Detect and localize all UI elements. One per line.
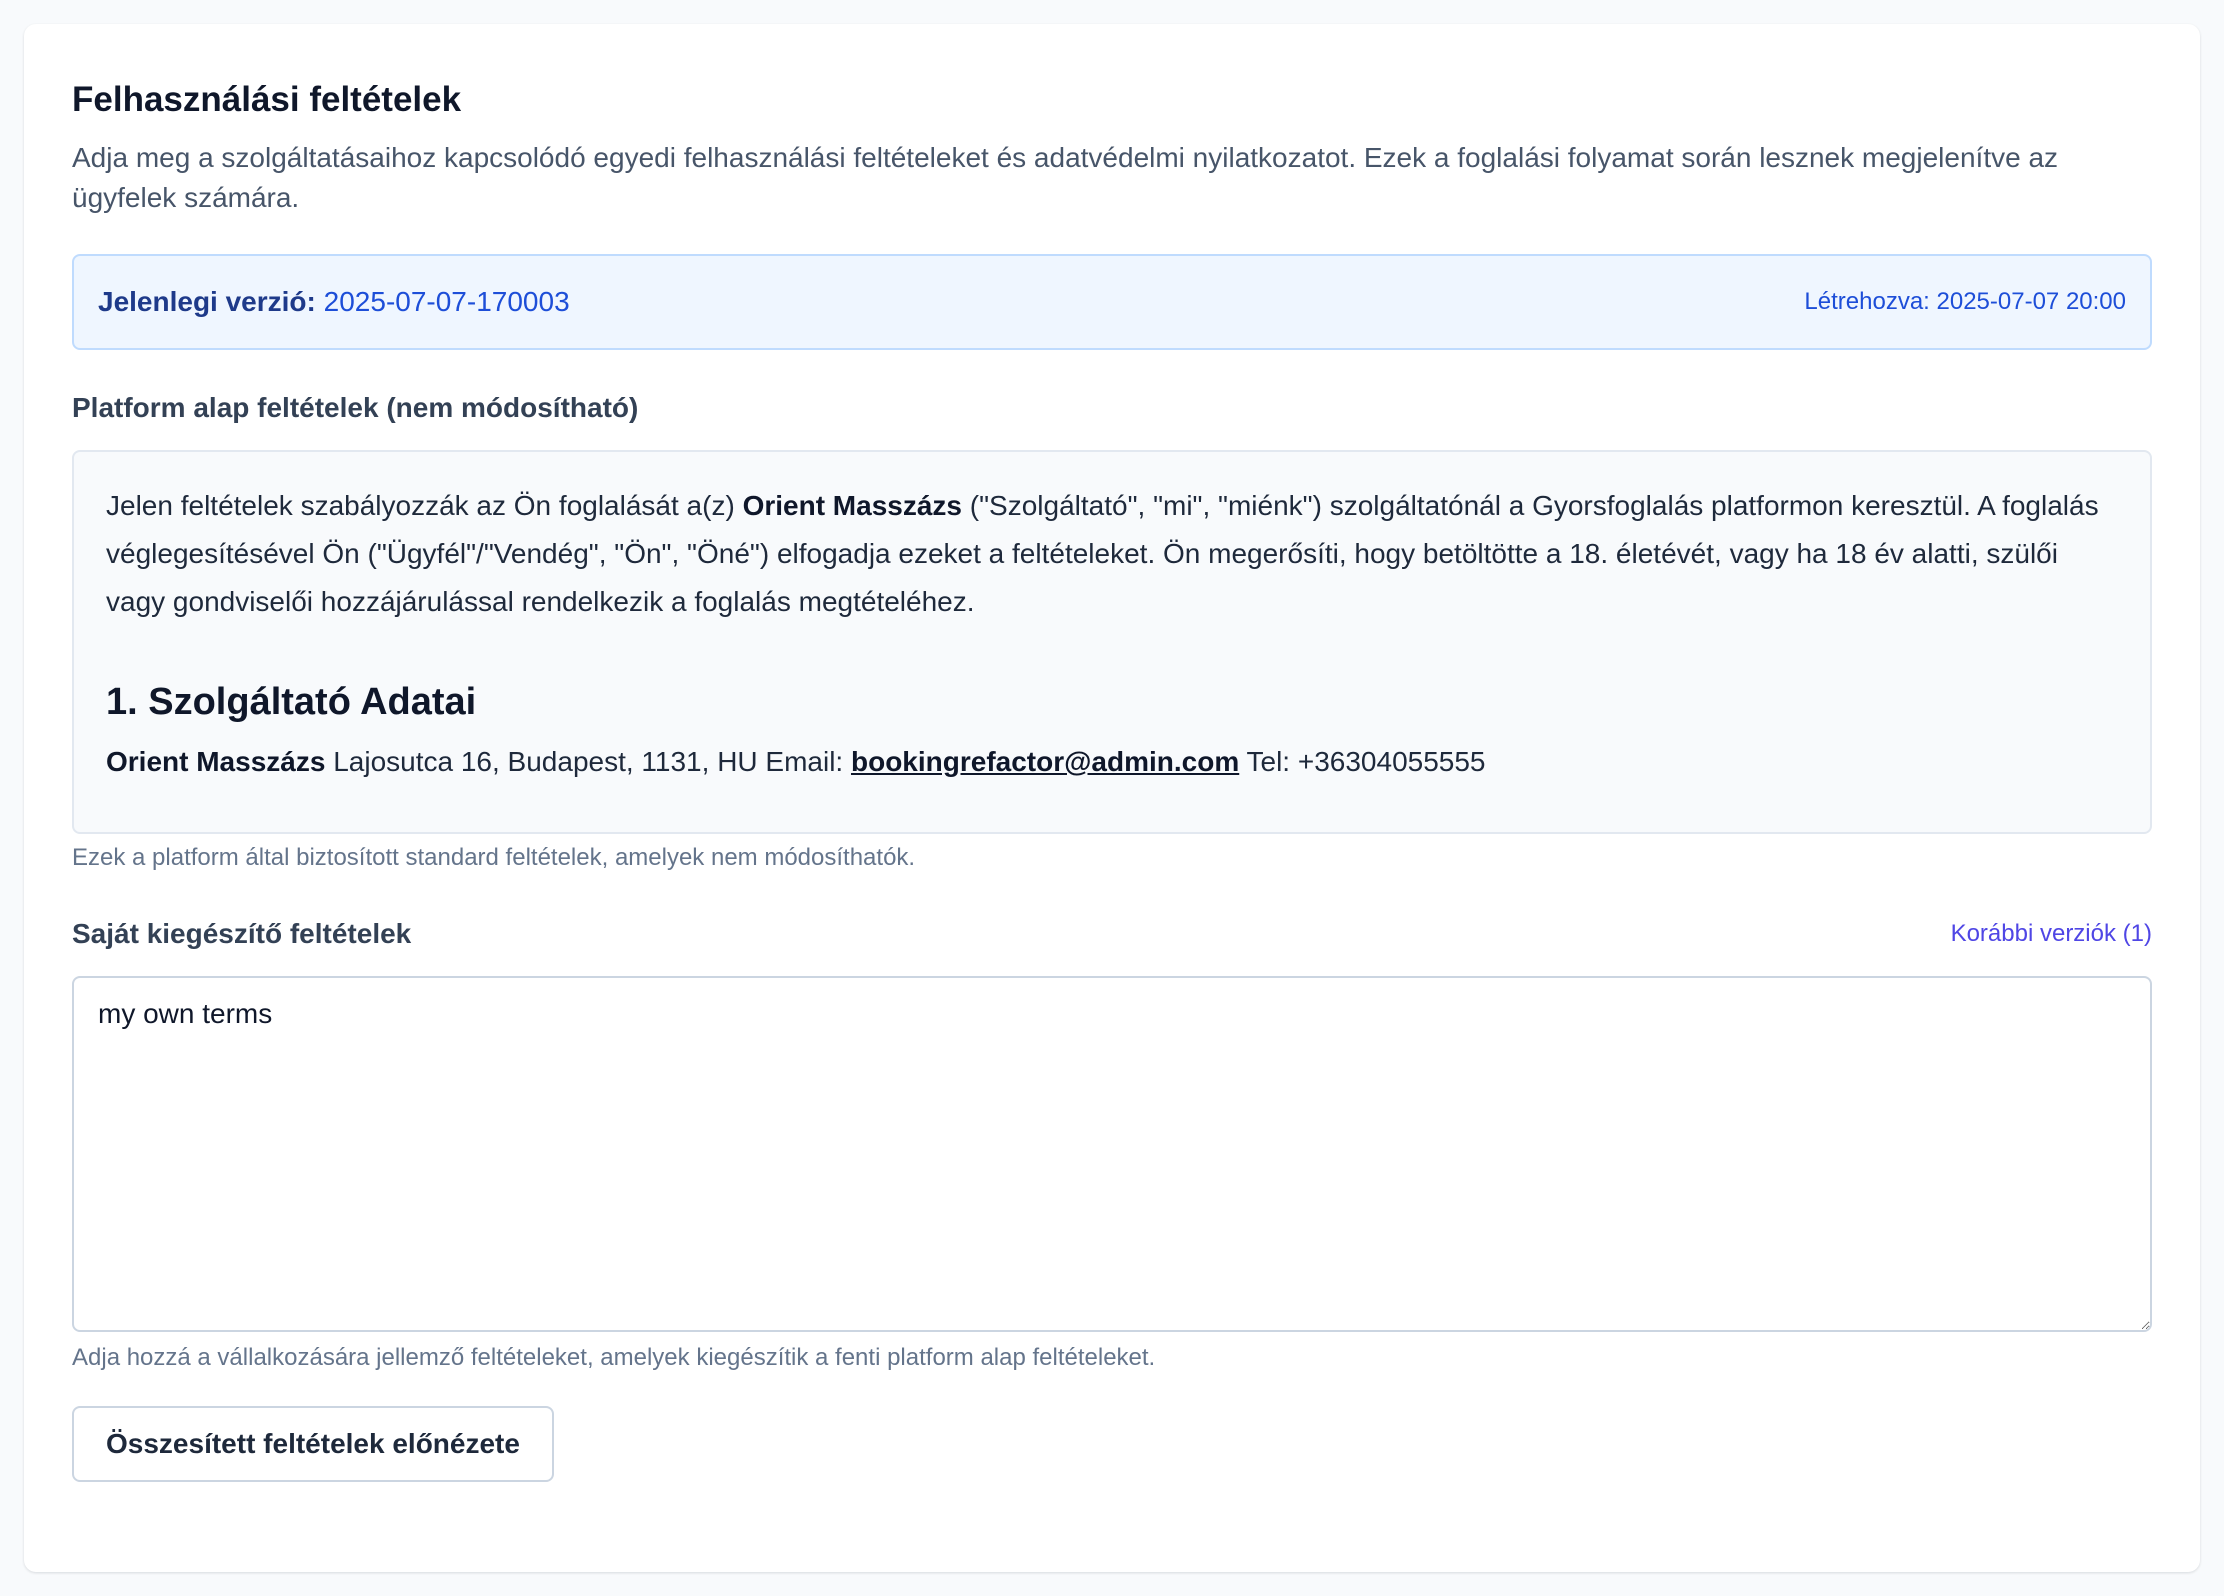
page-description: Adja meg a szolgáltatásaihoz kapcsolódó …	[72, 142, 2059, 213]
own-terms-hint: Adja hozzá a vállalkozására jellemző fel…	[72, 1344, 1156, 1371]
version-created-at: Létrehozva: 2025-07-07 20:00	[1804, 288, 2126, 315]
own-terms-textarea[interactable]: my own terms	[72, 976, 2152, 1332]
current-version-banner: Jelenlegi verzió: 2025-07-07-170003 Létr…	[72, 254, 2152, 350]
page-title: Felhasználási feltételek	[72, 80, 462, 119]
platform-terms-hint: Ezek a platform által biztosított standa…	[72, 844, 916, 871]
own-terms-label: Saját kiegészítő feltételek	[72, 918, 412, 949]
terms-settings-card: Felhasználási feltételek Adja meg a szol…	[24, 24, 2200, 1572]
provider-details: Orient Masszázs Lajosutca 16, Budapest, …	[106, 742, 2118, 782]
provider-address: Lajosutca 16, Budapest, 1131, HU Email:	[325, 746, 851, 777]
own-terms-header: Saját kiegészítő feltételek Korábbi verz…	[72, 914, 2152, 954]
platform-terms-box: Jelen feltételek szabályozzák az Ön fogl…	[72, 450, 2152, 834]
previous-versions-link[interactable]: Korábbi verziók (1)	[1951, 920, 2152, 948]
platform-intro-before: Jelen feltételek szabályozzák az Ön fogl…	[106, 490, 743, 521]
provider-section-heading: 1. Szolgáltató Adatai	[106, 681, 477, 723]
platform-terms-intro: Jelen feltételek szabályozzák az Ön fogl…	[106, 482, 2118, 626]
current-version-value: 2025-07-07-170003	[323, 286, 570, 317]
provider-email-link[interactable]: bookingrefactor@admin.com	[851, 746, 1239, 777]
provider-name: Orient Masszázs	[742, 490, 962, 521]
platform-terms-label: Platform alap feltételek (nem módosíthat…	[72, 392, 639, 423]
current-version: Jelenlegi verzió: 2025-07-07-170003	[98, 286, 570, 318]
provider-phone: Tel: +36304055555	[1239, 746, 1486, 777]
provider-details-name: Orient Masszázs	[106, 746, 326, 777]
current-version-label: Jelenlegi verzió:	[98, 286, 316, 317]
terms-preview-button[interactable]: Összesített feltételek előnézete	[72, 1406, 554, 1482]
